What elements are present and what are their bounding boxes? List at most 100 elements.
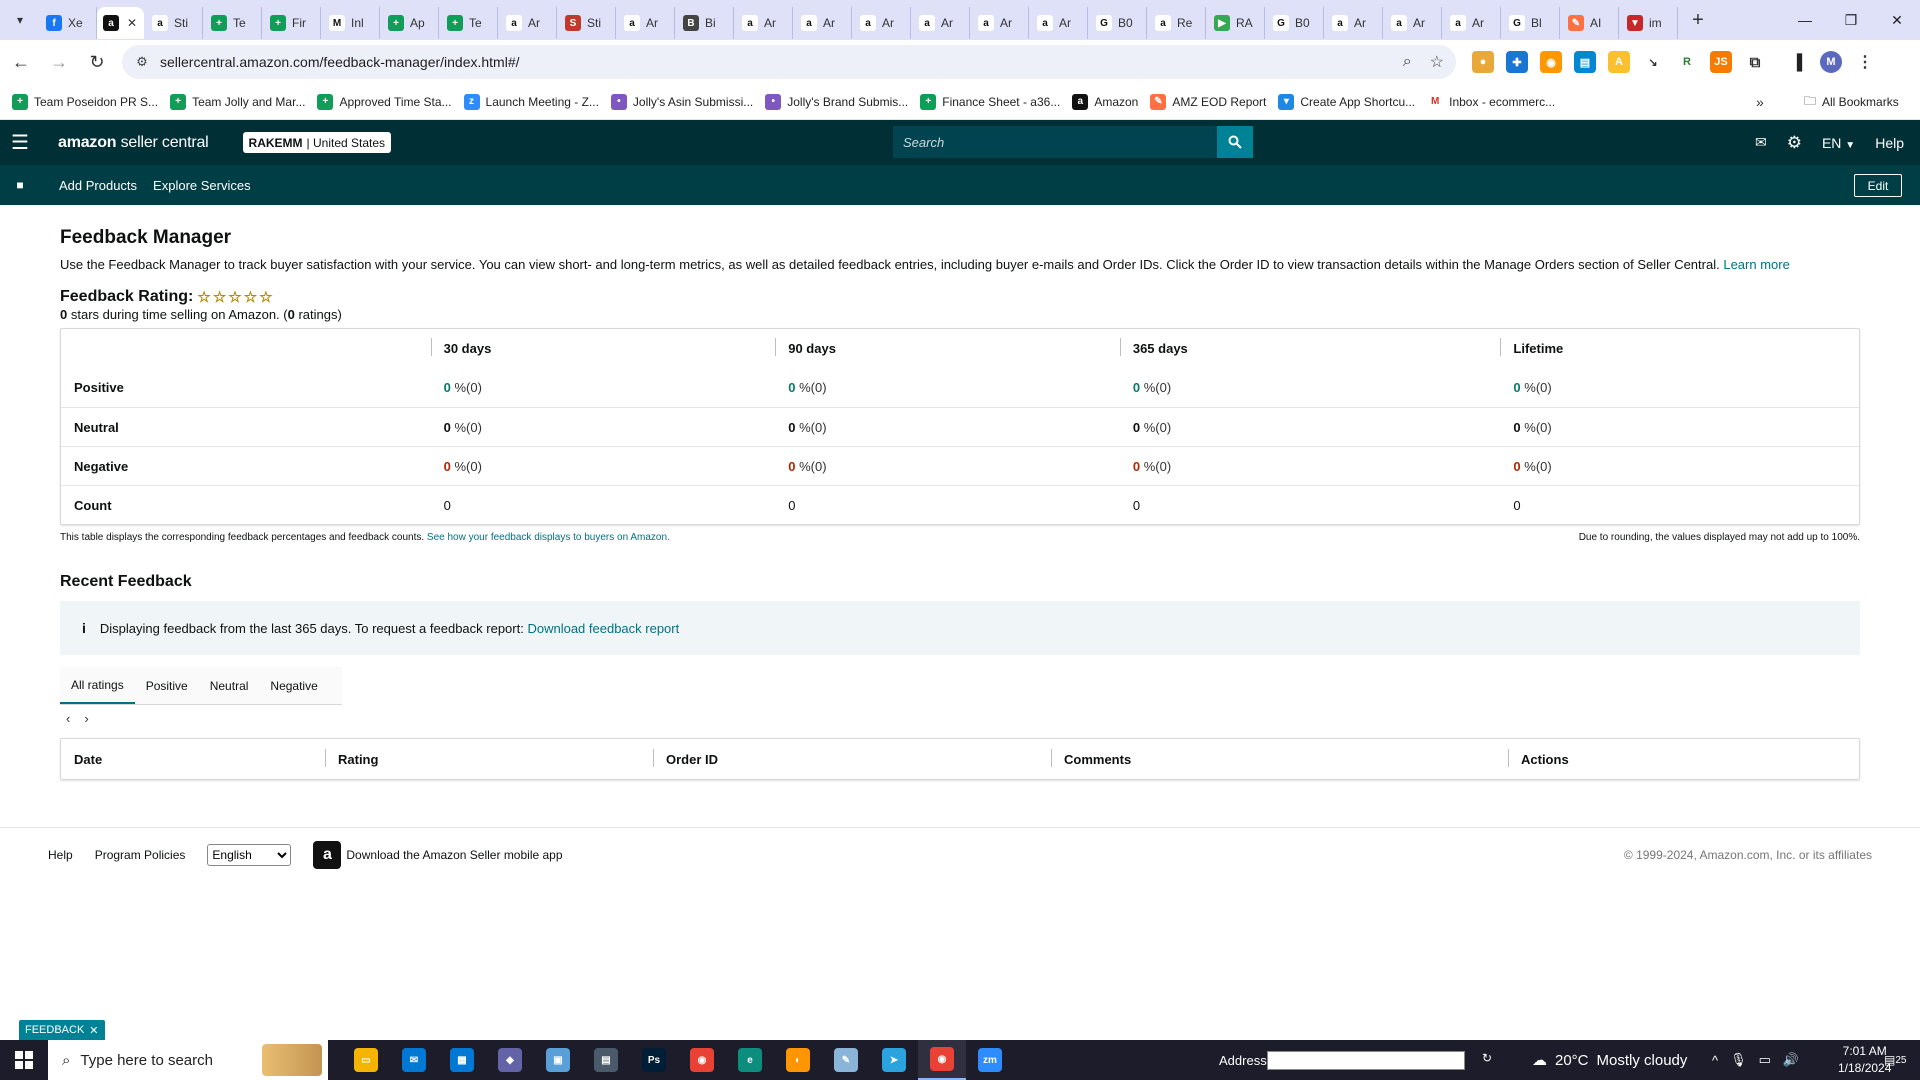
close-tab-icon[interactable]: ✕ — [127, 16, 137, 30]
forward-button[interactable]: → — [42, 45, 76, 79]
back-button[interactable]: ← — [4, 45, 38, 79]
browser-tab[interactable]: a Ar — [1442, 7, 1501, 39]
browser-tab[interactable]: B Bi — [675, 7, 734, 39]
bookmark-flag-icon[interactable]: ■ — [0, 178, 40, 192]
restore-button[interactable]: ❐ — [1828, 0, 1874, 40]
browser-tab[interactable]: a Ar — [793, 7, 852, 39]
footer-language-select[interactable]: English — [207, 843, 292, 866]
col-order-id[interactable]: Order ID — [653, 748, 1051, 767]
seller-central-logo[interactable]: amazon seller central — [58, 134, 209, 152]
bookmark-item[interactable]: • Jolly's Asin Submissi... — [610, 93, 753, 110]
taskbar-search[interactable]: ⌕ Type here to search — [48, 1040, 328, 1080]
taskbar-app[interactable]: ➤ — [870, 1040, 918, 1080]
bookmark-item[interactable]: z Launch Meeting - Z... — [463, 93, 599, 110]
bookmark-item[interactable]: + Team Jolly and Mar... — [170, 93, 305, 110]
nav-add-products[interactable]: Add Products — [59, 178, 137, 193]
bookmark-star-icon[interactable]: ☆ — [1430, 52, 1444, 72]
browser-tab[interactable]: a Ar — [911, 7, 970, 39]
bookmark-item[interactable]: + Team Poseidon PR S... — [12, 93, 158, 110]
network-icon[interactable]: ▭ — [1759, 1052, 1771, 1068]
browser-tab[interactable]: a Ar — [734, 7, 793, 39]
browser-tab[interactable]: a Ar — [852, 7, 911, 39]
side-panel-icon[interactable]: ▐ — [1786, 51, 1808, 73]
browser-tab[interactable]: a Ar — [1324, 7, 1383, 39]
language-selector[interactable]: EN ▼ — [1822, 135, 1855, 151]
tab-negative[interactable]: Negative — [259, 667, 328, 704]
taskbar-app[interactable]: ▣ — [534, 1040, 582, 1080]
taskbar-app[interactable]: ✎ — [822, 1040, 870, 1080]
browser-tab[interactable]: G Bl — [1501, 7, 1560, 39]
address-bar[interactable]: ⚙ sellercentral.amazon.com/feedback-mana… — [122, 45, 1456, 79]
download-feedback-report-link[interactable]: Download feedback report — [527, 621, 679, 636]
settings-gear-icon[interactable]: ⚙ — [1787, 133, 1802, 153]
url-text[interactable]: sellercentral.amazon.com/feedback-manage… — [160, 54, 520, 70]
address-go-icon[interactable]: ↻ — [1482, 1051, 1496, 1069]
tab-search-button[interactable]: ▾ — [6, 6, 34, 34]
bookmark-item[interactable]: + Approved Time Sta... — [317, 93, 452, 110]
extension-icon[interactable]: ✚ — [1506, 51, 1528, 73]
footer-help-link[interactable]: Help — [48, 848, 73, 862]
browser-tab[interactable]: a Sti — [144, 7, 203, 39]
taskbar-app[interactable]: ▦ — [438, 1040, 486, 1080]
learn-more-link[interactable]: Learn more — [1723, 257, 1789, 272]
browser-tab[interactable]: G B0 — [1265, 7, 1324, 39]
browser-tab[interactable]: + Fir — [262, 7, 321, 39]
browser-tab[interactable]: a Ar — [498, 7, 557, 39]
help-link[interactable]: Help — [1875, 135, 1904, 151]
extension-icon[interactable]: R — [1676, 51, 1698, 73]
chevron-left-icon[interactable]: ‹ — [66, 711, 70, 726]
reload-button[interactable]: ↻ — [80, 45, 114, 79]
chevron-right-icon[interactable]: › — [84, 711, 88, 726]
col-date[interactable]: Date — [61, 752, 325, 767]
taskbar-app[interactable]: ◆ — [486, 1040, 534, 1080]
close-window-button[interactable]: ✕ — [1874, 0, 1920, 40]
browser-menu-icon[interactable]: ⋮ — [1854, 51, 1876, 73]
taskbar-app[interactable]: ◐ — [774, 1040, 822, 1080]
bookmark-item[interactable]: M Inbox - ecommerc... — [1427, 93, 1555, 110]
browser-tab[interactable]: S Sti — [557, 7, 616, 39]
tab-positive[interactable]: Positive — [135, 667, 199, 704]
address-toolbar-input[interactable] — [1267, 1051, 1465, 1070]
taskbar-app[interactable]: ▭ — [342, 1040, 390, 1080]
extension-icon[interactable]: ▤ — [1574, 51, 1596, 73]
feedback-chip[interactable]: FEEDBACK ✕ — [19, 1020, 105, 1040]
browser-tab[interactable]: a Ar — [616, 7, 675, 39]
bookmark-item[interactable]: a Amazon — [1072, 93, 1138, 110]
browser-tab[interactable]: ▶ RA — [1206, 7, 1265, 39]
col-rating[interactable]: Rating — [325, 748, 653, 767]
new-tab-button[interactable]: + — [1684, 6, 1712, 34]
bookmark-item[interactable]: ▾ Create App Shortcu... — [1278, 93, 1415, 110]
extension-icon[interactable]: A — [1608, 51, 1630, 73]
edit-nav-button[interactable]: Edit — [1854, 174, 1902, 197]
bookmark-item[interactable]: • Jolly's Brand Submis... — [765, 93, 908, 110]
tab-neutral[interactable]: Neutral — [199, 667, 260, 704]
browser-tab[interactable]: + Ap — [380, 7, 439, 39]
hamburger-menu-icon[interactable]: ☰ — [0, 120, 40, 165]
zoom-icon[interactable]: ⌕ — [1403, 53, 1412, 71]
col-comments[interactable]: Comments — [1051, 748, 1508, 767]
feedback-display-link[interactable]: See how your feedback displays to buyers… — [427, 532, 670, 543]
browser-tab[interactable]: M Inl — [321, 7, 380, 39]
col-actions[interactable]: Actions — [1508, 748, 1859, 767]
store-selector[interactable]: RAKEMM | United States — [242, 132, 392, 153]
bookmark-item[interactable]: + Finance Sheet - a36... — [920, 93, 1060, 110]
tab-all-ratings[interactable]: All ratings — [60, 667, 135, 704]
extension-icon[interactable]: ↘ — [1642, 51, 1664, 73]
search-button[interactable] — [1217, 126, 1253, 158]
browser-tab[interactable]: a Ar — [970, 7, 1029, 39]
microphone-icon[interactable]: 🎙 — [1730, 1052, 1747, 1068]
site-info-icon[interactable]: ⚙ — [130, 50, 154, 74]
browser-tab[interactable]: a ✕ — [97, 7, 144, 39]
taskbar-app[interactable]: Ps — [630, 1040, 678, 1080]
all-bookmarks-button[interactable]: 🗀 All Bookmarks — [1804, 84, 1899, 120]
bookmark-item[interactable]: ✎ AMZ EOD Report — [1150, 93, 1266, 110]
taskbar-app[interactable]: ◉ — [678, 1040, 726, 1080]
extensions-puzzle-icon[interactable]: ⧉ — [1744, 51, 1766, 73]
seller-search-input[interactable] — [893, 126, 1217, 158]
more-bookmarks-icon[interactable]: » — [1756, 84, 1764, 120]
download-app-link[interactable]: Download the Amazon Seller mobile app — [346, 848, 562, 862]
taskbar-app[interactable]: e — [726, 1040, 774, 1080]
browser-tab[interactable]: G B0 — [1088, 7, 1147, 39]
volume-icon[interactable]: 🔊 — [1783, 1052, 1799, 1068]
footer-program-policies-link[interactable]: Program Policies — [95, 848, 186, 862]
